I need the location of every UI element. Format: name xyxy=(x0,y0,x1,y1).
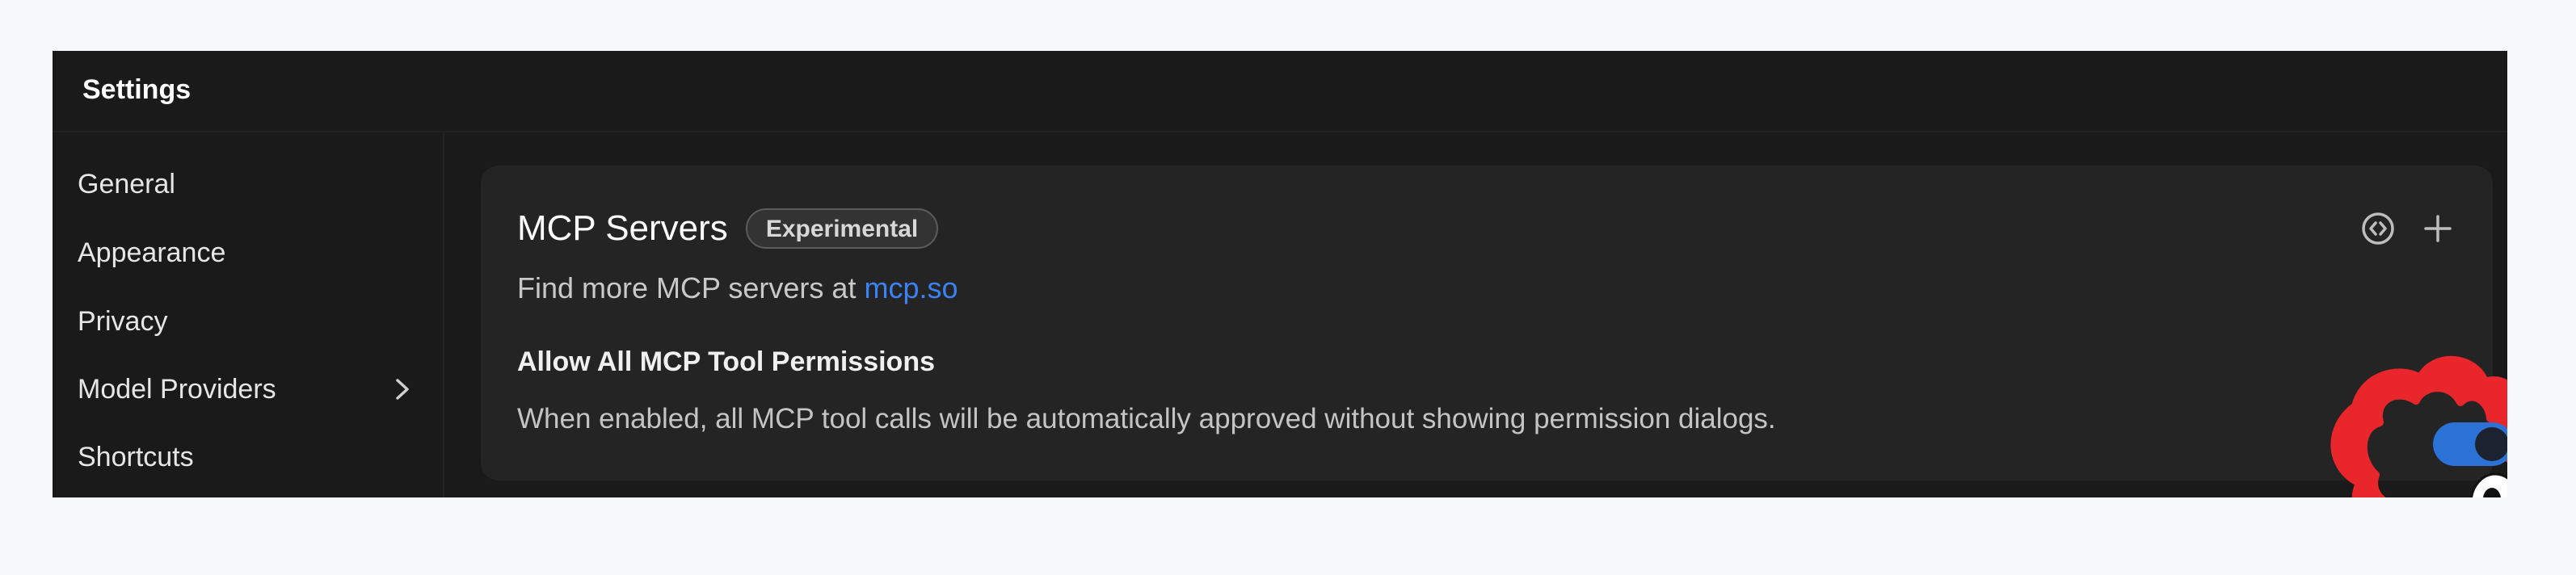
add-server-button[interactable] xyxy=(2419,210,2456,247)
mcp-servers-card: MCP Servers Experimental Find more MCP s… xyxy=(481,166,2493,481)
sidebar-item-shortcuts[interactable]: Shortcuts xyxy=(78,433,417,481)
window-title: Settings xyxy=(82,74,192,105)
code-view-button[interactable] xyxy=(2359,210,2397,247)
mcp-so-link[interactable]: mcp.so xyxy=(864,271,958,304)
card-heading: MCP Servers Experimental xyxy=(517,206,939,251)
toggle-knob xyxy=(2475,427,2507,461)
chevron-right-icon xyxy=(388,365,417,413)
find-more-prefix: Find more MCP servers at xyxy=(517,271,865,304)
plus-icon xyxy=(2424,215,2452,242)
sidebar-item-label: Shortcuts xyxy=(78,442,194,472)
sidebar-item-general[interactable]: General xyxy=(78,160,417,208)
title-bar: Settings xyxy=(53,51,2507,132)
settings-content: MCP Servers Experimental Find more MCP s… xyxy=(444,132,2507,497)
permission-description: When enabled, all MCP tool calls will be… xyxy=(517,403,1776,434)
allow-all-permissions-toggle[interactable] xyxy=(2433,422,2507,466)
settings-window: Settings General Appearance Privacy Mode… xyxy=(53,51,2507,497)
experimental-badge: Experimental xyxy=(745,208,939,249)
sidebar-item-label: Appearance xyxy=(78,237,226,268)
mcp-servers-title: MCP Servers xyxy=(517,208,728,248)
settings-sidebar: General Appearance Privacy Model Provide… xyxy=(53,132,444,497)
permission-title: Allow All MCP Tool Permissions xyxy=(517,346,936,377)
find-more-text: Find more MCP servers at mcp.so xyxy=(517,271,958,306)
sidebar-item-model-providers[interactable]: Model Providers xyxy=(78,365,417,413)
sidebar-item-privacy[interactable]: Privacy xyxy=(78,297,417,346)
card-actions xyxy=(2359,210,2456,247)
sidebar-item-label: Privacy xyxy=(78,306,168,337)
sidebar-item-label: Model Providers xyxy=(78,374,276,405)
sidebar-item-appearance[interactable]: Appearance xyxy=(78,229,417,277)
sidebar-item-label: General xyxy=(78,169,175,199)
code-icon xyxy=(2362,212,2394,245)
